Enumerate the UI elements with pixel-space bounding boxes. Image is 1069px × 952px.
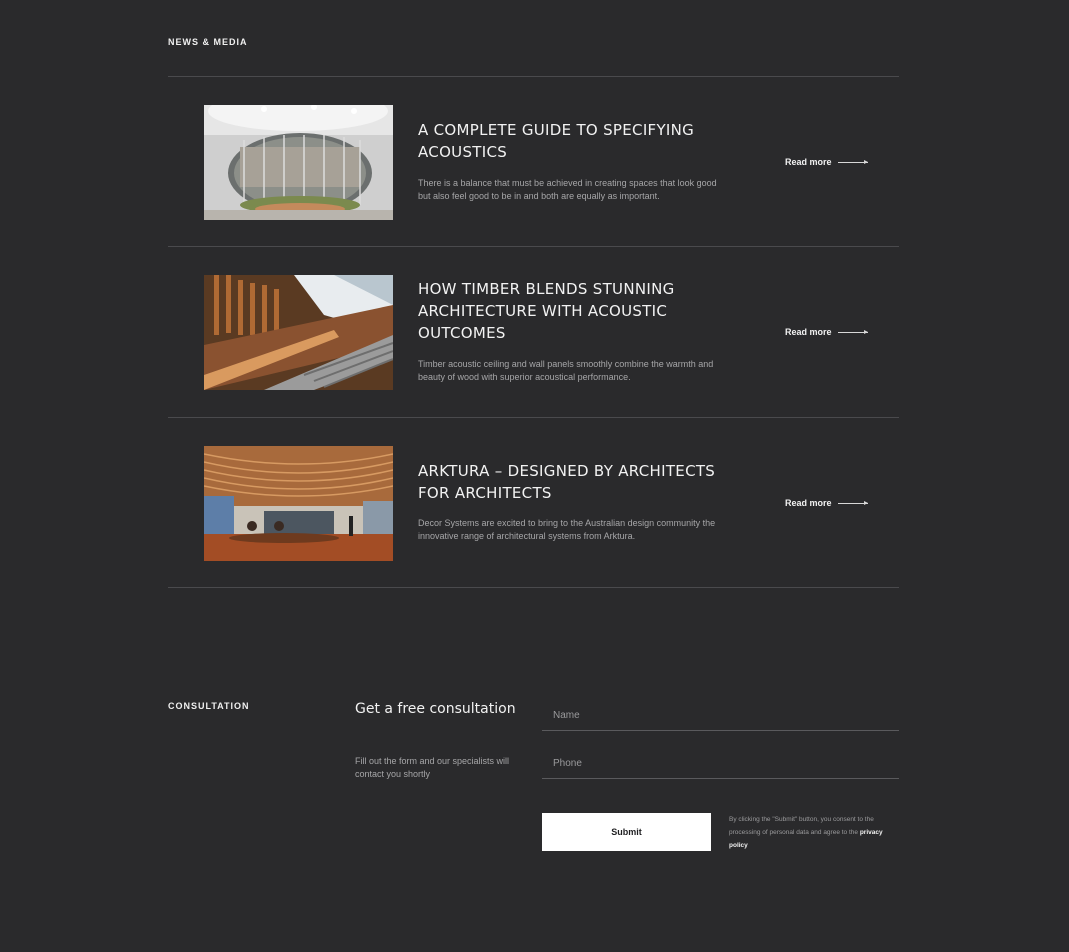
read-more-label: Read more bbox=[785, 498, 832, 508]
news-description: There is a balance that must be achieved… bbox=[418, 178, 717, 201]
read-more-link[interactable]: Read more bbox=[785, 498, 868, 508]
news-description: Decor Systems are excited to bring to th… bbox=[418, 518, 716, 541]
page: NEWS & MEDIA A COMPLETE GUIDE TO SPECIFY… bbox=[0, 0, 1069, 952]
arrow-right-icon bbox=[837, 500, 868, 505]
news-item: A COMPLETE GUIDE TO SPECIFYING ACOUSTICS… bbox=[168, 77, 899, 247]
read-more-link[interactable]: Read more bbox=[785, 327, 868, 337]
consultation-section-label: CONSULTATION bbox=[168, 701, 250, 711]
name-input[interactable] bbox=[542, 700, 899, 730]
news-section-label: NEWS & MEDIA bbox=[168, 37, 248, 47]
news-thumbnail[interactable] bbox=[204, 105, 393, 220]
phone-input[interactable] bbox=[542, 748, 899, 778]
news-title[interactable]: HOW TIMBER BLENDS STUNNING ARCHITECTURE … bbox=[418, 278, 718, 344]
arrow-right-icon bbox=[837, 329, 868, 334]
timber-staircase-photo bbox=[204, 275, 393, 390]
consultation-heading: Get a free consultation bbox=[355, 701, 516, 717]
read-more-label: Read more bbox=[785, 157, 832, 167]
submit-button[interactable]: Submit bbox=[542, 813, 711, 851]
news-thumbnail[interactable] bbox=[204, 275, 393, 390]
consultation-subtext: Fill out the form and our specialists wi… bbox=[355, 756, 510, 779]
divider bbox=[168, 587, 899, 588]
phone-field-wrapper bbox=[542, 748, 899, 779]
news-thumbnail[interactable] bbox=[204, 446, 393, 561]
news-item: HOW TIMBER BLENDS STUNNING ARCHITECTURE … bbox=[168, 247, 899, 417]
news-title[interactable]: ARKTURA – DESIGNED BY ARCHITECTS FOR ARC… bbox=[418, 460, 718, 504]
news-item: ARKTURA – DESIGNED BY ARCHITECTS FOR ARC… bbox=[168, 418, 899, 588]
read-more-link[interactable]: Read more bbox=[785, 157, 868, 167]
consent-text: By clicking the "Submit" button, you con… bbox=[729, 813, 901, 852]
wave-timber-ceiling-photo bbox=[204, 446, 393, 561]
round-glass-atrium-photo bbox=[204, 105, 393, 220]
news-description: Timber acoustic ceiling and wall panels … bbox=[418, 359, 714, 382]
name-field-wrapper bbox=[542, 700, 899, 731]
arrow-right-icon bbox=[837, 159, 868, 164]
read-more-label: Read more bbox=[785, 327, 832, 337]
news-title[interactable]: A COMPLETE GUIDE TO SPECIFYING ACOUSTICS bbox=[418, 119, 718, 163]
consent-body: By clicking the "Submit" button, you con… bbox=[729, 816, 874, 836]
